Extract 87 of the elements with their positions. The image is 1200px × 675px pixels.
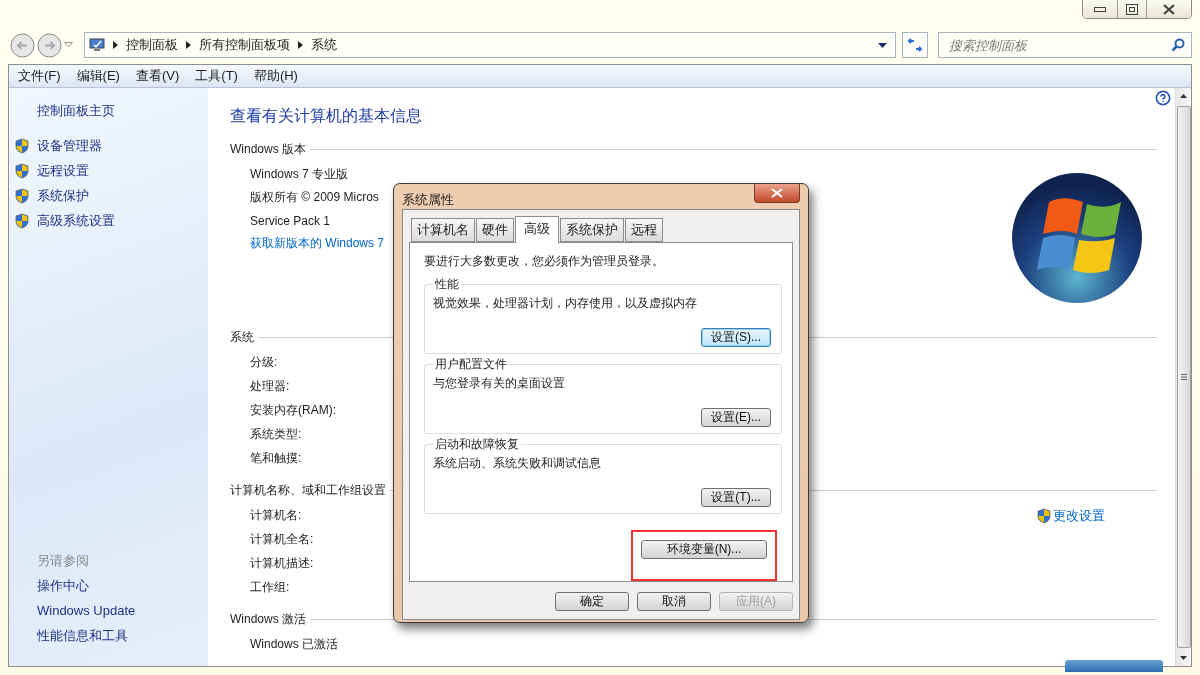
sidebar-link[interactable]: 系统保护	[15, 183, 208, 208]
search-field[interactable]: 搜索控制面板	[938, 32, 1192, 58]
environment-variables-button[interactable]: 环境变量(N)...	[641, 540, 767, 559]
scrollbar[interactable]	[1175, 88, 1191, 666]
sidebar-heading: 另请参阅	[36, 551, 90, 570]
group-title: 启动和故障恢复	[433, 436, 521, 453]
breadcrumb-item[interactable]: 控制面板	[126, 36, 178, 54]
settings-button[interactable]: 设置(E)...	[701, 408, 771, 427]
section-heading: 系统	[230, 328, 254, 346]
sidebar-link[interactable]: 控制面板主页	[15, 98, 208, 123]
info-label: 计算机全名:	[250, 531, 314, 548]
info-label: Service Pack 1	[250, 213, 331, 228]
notice-text: 要进行大多数更改，您必须作为管理员登录。	[424, 253, 665, 270]
help-icon[interactable]	[1155, 90, 1171, 106]
computer-icon	[89, 38, 105, 52]
info-label: 计算机名:	[250, 507, 302, 524]
sidebar-link[interactable]: 性能信息和工具	[15, 623, 208, 648]
info-label: 处理器:	[250, 378, 290, 395]
info-label: Windows 7 专业版	[250, 166, 349, 183]
dialog-button[interactable]: 取消	[637, 592, 711, 611]
sidebar-link[interactable]: 远程设置	[15, 158, 208, 183]
dialog-tab[interactable]: 系统保护	[560, 218, 624, 242]
menu-item[interactable]: 编辑(E)	[76, 67, 120, 85]
breadcrumb-item[interactable]: 系统	[311, 36, 337, 54]
shield-icon	[1037, 507, 1051, 524]
update-link[interactable]: 获取新版本的 Windows 7	[250, 235, 385, 252]
chevron-icon	[113, 41, 118, 49]
shield-icon	[15, 187, 29, 204]
info-label: 安装内存(RAM):	[250, 402, 336, 419]
dialog-tab[interactable]: 远程	[625, 218, 663, 242]
change-settings-link[interactable]: 更改设置	[1037, 506, 1105, 525]
scroll-up-icon	[1180, 94, 1187, 98]
search-input[interactable]: 搜索控制面板	[947, 36, 1171, 54]
group-description: 系统启动、系统失败和调试信息	[433, 455, 602, 472]
forward-button[interactable]	[37, 32, 62, 58]
section-heading: 计算机名称、域和工作组设置	[230, 481, 386, 499]
info-label: 计算机描述:	[250, 555, 314, 572]
menu-item[interactable]: 工具(T)	[195, 67, 238, 85]
sidebar-link[interactable]: Windows Update	[15, 598, 208, 623]
info-label: Windows 已激活	[250, 636, 338, 653]
back-button[interactable]	[10, 32, 35, 58]
restore-button[interactable]	[1117, 0, 1146, 18]
group-title: 用户配置文件	[433, 356, 509, 373]
grip-icon	[1180, 374, 1187, 380]
menu-item[interactable]: 文件(F)	[18, 67, 61, 85]
refresh-button[interactable]	[902, 32, 928, 58]
settings-button[interactable]: 设置(S)...	[701, 328, 771, 347]
minimize-icon	[1094, 6, 1106, 12]
address-bar[interactable]: 控制面板 所有控制面板项 系统	[84, 32, 896, 58]
close-button[interactable]	[1146, 0, 1191, 18]
page-title: 查看有关计算机的基本信息	[230, 106, 423, 126]
chevron-icon	[298, 41, 303, 49]
menu-item[interactable]: 帮助(H)	[253, 67, 298, 85]
info-label: 分级:	[250, 354, 278, 371]
restore-icon	[1126, 3, 1138, 15]
dialog-tab[interactable]: 硬件	[476, 218, 514, 242]
dropdown-arrow-icon[interactable]	[878, 42, 887, 48]
minimize-button[interactable]	[1083, 0, 1117, 18]
breadcrumb-item[interactable]: 所有控制面板项	[199, 36, 290, 54]
shield-icon	[15, 137, 29, 154]
settings-button[interactable]: 设置(T)...	[701, 488, 771, 507]
info-label: 工作组:	[250, 579, 290, 596]
menu-item[interactable]: 查看(V)	[135, 67, 180, 85]
info-label: 笔和触摸:	[250, 450, 302, 467]
group-title: 性能	[433, 276, 461, 293]
group-description: 与您登录有关的桌面设置	[433, 375, 566, 392]
dialog-tab[interactable]: 计算机名	[411, 218, 475, 242]
dialog-close-button[interactable]	[754, 184, 800, 203]
shield-icon	[15, 162, 29, 179]
info-label: 系统类型:	[250, 426, 302, 443]
close-icon	[1162, 3, 1176, 15]
dialog-title: 系统属性	[402, 191, 454, 209]
section-heading: Windows 激活	[230, 610, 306, 628]
refresh-icon	[907, 38, 923, 52]
dialog-button[interactable]: 确定	[555, 592, 629, 611]
search-icon	[1171, 38, 1185, 52]
sidebar-link[interactable]: 高级系统设置	[15, 208, 208, 233]
sidebar-link[interactable]: 设备管理器	[15, 133, 208, 158]
close-icon	[771, 188, 783, 198]
info-label: 版权所有 © 2009 Micros	[250, 189, 379, 206]
group-description: 视觉效果，处理器计划，内存使用，以及虚拟内存	[433, 295, 698, 312]
shield-icon	[15, 212, 29, 229]
sidebar-link[interactable]: 操作中心	[15, 573, 208, 598]
dialog-tab[interactable]: 高级	[515, 216, 559, 243]
section-heading: Windows 版本	[230, 140, 306, 158]
scroll-down-icon	[1180, 656, 1187, 660]
chevron-icon	[186, 41, 191, 49]
